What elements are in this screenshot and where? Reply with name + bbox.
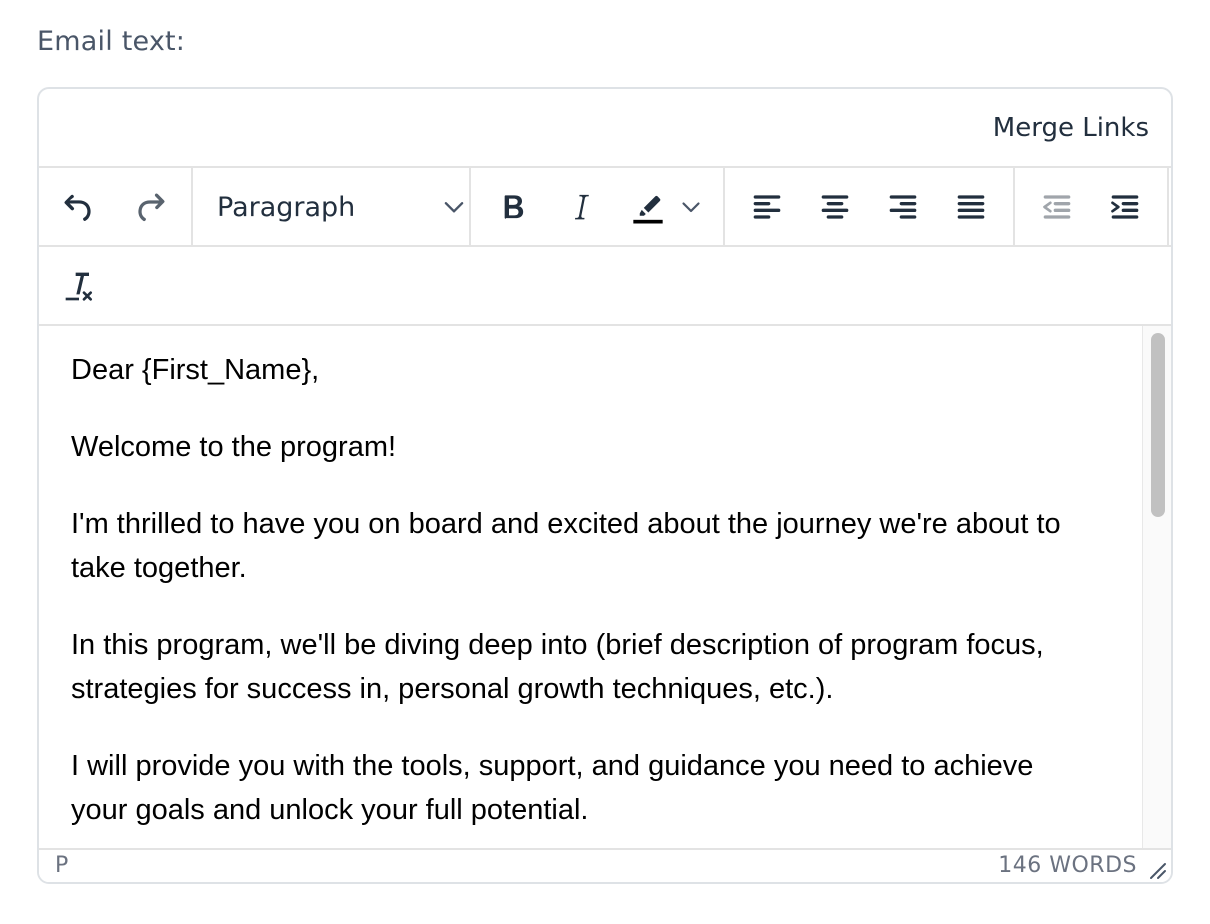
chevron-down-icon [444,202,464,213]
resize-handle-icon[interactable] [1145,858,1167,880]
scrollbar-thumb[interactable] [1151,333,1165,517]
rich-text-editor: Merge Links Paragraph Dear {First_Name},… [37,87,1173,884]
indent-icon [1111,195,1139,219]
highlight-color-dropdown[interactable] [671,180,711,234]
outdent-icon [1043,195,1071,219]
justify-button[interactable] [944,180,998,234]
redo-icon [138,193,165,222]
word-count[interactable]: 146 WORDS [998,853,1137,878]
vertical-scrollbar[interactable] [1142,326,1171,848]
paragraph[interactable]: Welcome to the program! [71,425,1081,469]
bold-button[interactable] [486,180,540,234]
highlighter-icon [633,196,663,224]
editor-toolbar-overflow [39,247,1171,326]
alignment-group [725,168,1015,245]
highlight-color-button[interactable] [621,180,675,234]
paragraph[interactable]: I'm thrilled to have you on board and ex… [71,502,1081,590]
remove-format-icon [65,272,92,301]
paragraph[interactable]: In this program, we'll be diving deep in… [71,623,1081,711]
merge-links-menu[interactable]: Merge Links [993,113,1149,143]
bold-icon [504,195,524,219]
field-label: Email text: [37,26,186,57]
align-center-button[interactable] [808,180,862,234]
editor-menubar: Merge Links [39,89,1171,168]
align-justify-icon [957,195,985,219]
element-path[interactable]: P [55,853,68,878]
paragraph[interactable]: I will provide you with the tools, suppo… [71,744,1081,832]
italic-button[interactable] [554,180,608,234]
indent-group [1015,168,1169,245]
italic-icon [575,194,589,220]
block-format-group: Paragraph [193,168,471,245]
undo-button[interactable] [52,180,106,234]
align-left-button[interactable] [740,180,794,234]
align-center-icon [821,195,849,219]
align-right-icon [889,195,917,219]
clear-formatting-button[interactable] [52,259,106,313]
editor-content-area[interactable]: Dear {First_Name}, Welcome to the progra… [39,326,1171,848]
editor-statusbar: P 146 WORDS [39,848,1171,882]
indent-button[interactable] [1098,180,1152,234]
block-format-select[interactable]: Paragraph [205,180,467,234]
align-right-button[interactable] [876,180,930,234]
editor-toolbar: Paragraph [39,168,1171,247]
block-format-label: Paragraph [217,191,356,223]
undo-icon [64,194,91,221]
align-left-icon [753,195,781,219]
chevron-down-icon [682,202,700,213]
history-group [39,168,193,245]
outdent-button[interactable] [1030,180,1084,234]
formatting-group [471,168,725,245]
paragraph[interactable]: Dear {First_Name}, [71,348,1081,392]
email-body[interactable]: Dear {First_Name}, Welcome to the progra… [71,348,1081,848]
redo-button[interactable] [123,180,177,234]
